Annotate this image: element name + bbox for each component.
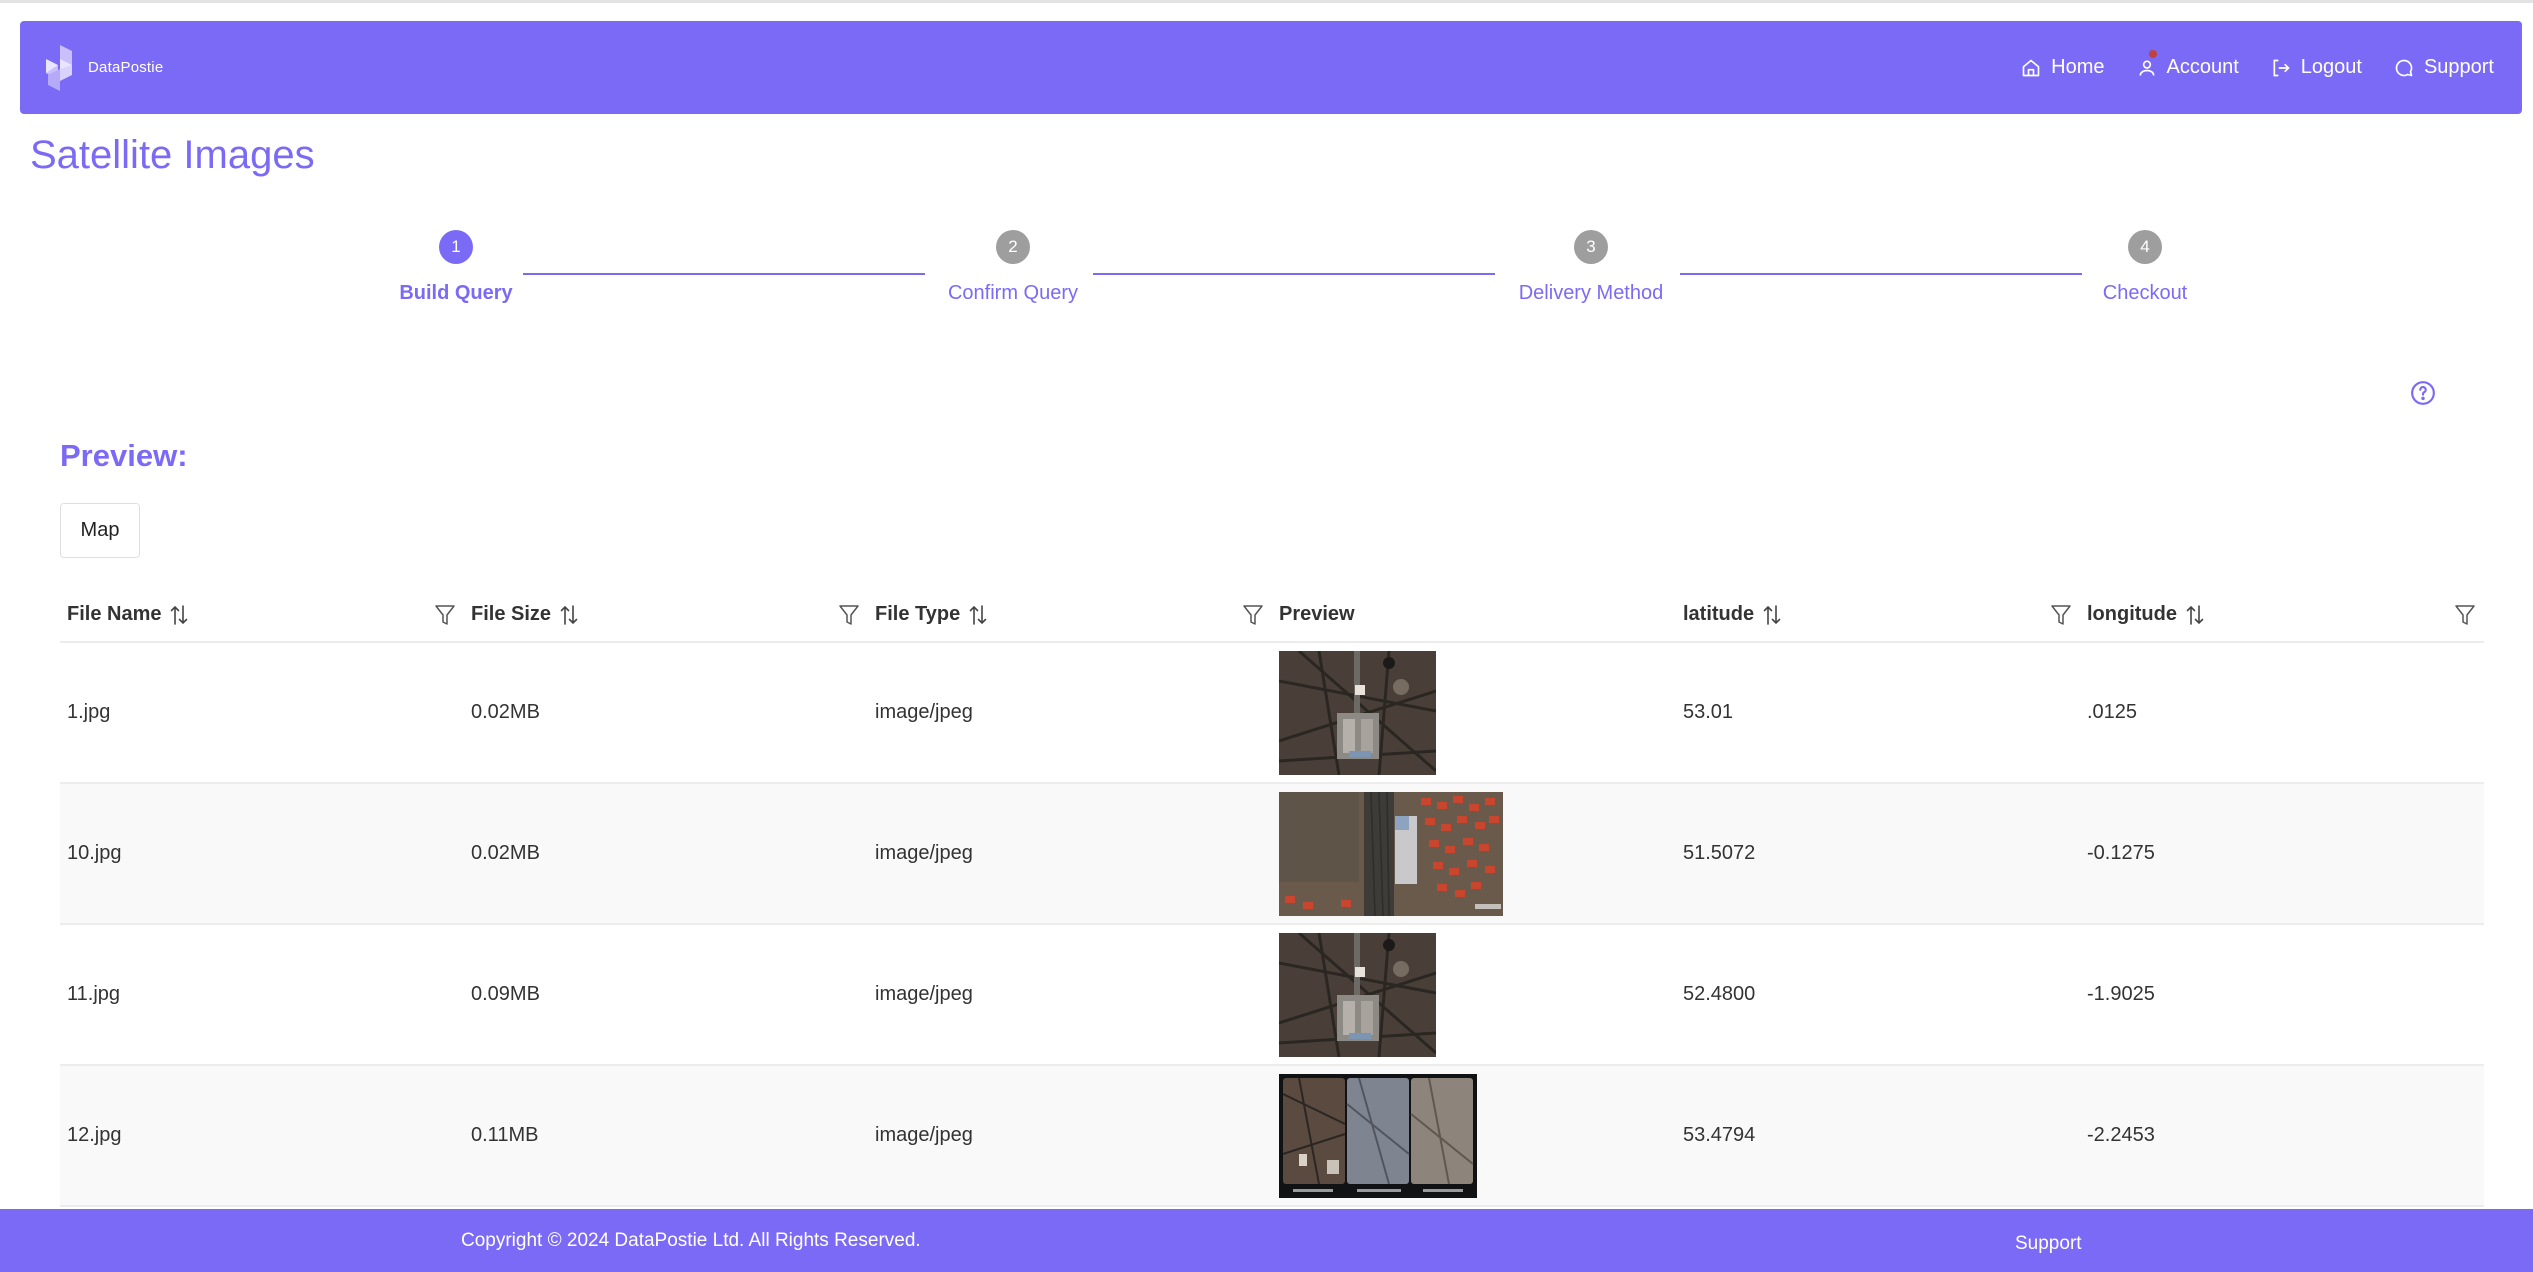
cell-file-type: image/jpeg <box>875 842 973 864</box>
cell-file-size: 0.09MB <box>471 983 540 1005</box>
column-label: Preview <box>1279 603 1355 625</box>
nav-logout-label: Logout <box>2300 56 2362 78</box>
cell-file-size: 0.11MB <box>471 1124 539 1146</box>
top-navbar: DataPostie Home Account Logout Support <box>20 21 2522 114</box>
cell-latitude: 51.5072 <box>1683 842 1756 864</box>
filter-icon[interactable] <box>838 603 860 627</box>
step-number: 2 <box>996 230 1030 264</box>
column-label: latitude <box>1683 603 1755 625</box>
chat-icon <box>2395 59 2413 76</box>
preview-table: File Name File Size File Type Preview la… <box>60 588 2484 1207</box>
user-icon <box>2139 60 2154 76</box>
column-header-preview: Preview <box>1272 603 1676 626</box>
filter-icon[interactable] <box>2050 603 2072 627</box>
cell-preview <box>1272 650 1676 775</box>
page-title: Satellite Images <box>30 133 315 177</box>
cell-file-size: 0.02MB <box>471 701 540 723</box>
cell-file-name: 1.jpg <box>67 701 111 723</box>
step-label: Checkout <box>2102 282 2188 304</box>
column-header-longitude[interactable]: longitude <box>2080 603 2484 627</box>
toggle-map-button[interactable]: Map <box>61 504 139 557</box>
footer: Copyright © 2024 DataPostie Ltd. All Rig… <box>0 1209 2533 1272</box>
cell-preview <box>1272 932 1676 1057</box>
cell-latitude: 52.4800 <box>1683 983 1756 1005</box>
cell-preview <box>1272 1073 1676 1198</box>
cell-longitude: -2.2453 <box>2087 1124 2155 1146</box>
nav-logout[interactable]: Logout <box>2271 56 2362 79</box>
nav-account-label: Account <box>2166 56 2239 78</box>
logout-icon <box>2273 59 2290 76</box>
step-number: 4 <box>2128 230 2162 264</box>
step-connector <box>523 273 925 275</box>
view-toggle: Table Map <box>60 503 140 558</box>
notification-dot <box>2148 50 2157 58</box>
step-label: Build Query <box>399 282 513 304</box>
satellite-thumbnail[interactable] <box>1279 791 1503 916</box>
step-number: 1 <box>439 230 473 264</box>
footer-copyright: Copyright © 2024 DataPostie Ltd. All Rig… <box>461 1230 921 1251</box>
table-row[interactable]: 1.jpg 0.02MB image/jpeg 53.01 .0125 <box>60 643 2484 784</box>
preview-heading: Preview: <box>60 438 188 473</box>
cell-longitude: -1.9025 <box>2087 983 2155 1005</box>
column-label: File Size <box>471 603 552 625</box>
cell-file-type: image/jpeg <box>875 983 973 1005</box>
table-header: File Name File Size File Type Preview la… <box>60 588 2484 643</box>
cell-latitude: 53.01 <box>1683 701 1734 723</box>
main-nav: Home Account Logout Support <box>2021 50 2502 79</box>
sort-icon[interactable] <box>2185 604 2205 626</box>
step-delivery-method[interactable]: 3 Delivery Method <box>1481 230 1701 305</box>
table-row[interactable]: 10.jpg 0.02MB image/jpeg 51.5072 -0.1275 <box>60 784 2484 925</box>
filter-icon[interactable] <box>434 603 456 627</box>
nav-account[interactable]: Account <box>2137 50 2239 79</box>
brand-name: DataPostie <box>88 59 164 76</box>
sort-icon[interactable] <box>968 604 988 626</box>
column-label: longitude <box>2087 603 2177 625</box>
column-header-file-type[interactable]: File Type <box>868 603 1272 627</box>
datapostie-logo-icon <box>46 44 72 91</box>
help-icon[interactable] <box>2410 380 2436 406</box>
cell-preview <box>1272 791 1676 916</box>
satellite-thumbnail[interactable] <box>1279 1073 1477 1198</box>
table-row[interactable]: 12.jpg 0.11MB image/jpeg 53.4794 -2.2453 <box>60 1066 2484 1207</box>
filter-icon[interactable] <box>2454 603 2476 627</box>
step-connector <box>1680 273 2082 275</box>
cell-file-name: 12.jpg <box>67 1124 122 1146</box>
step-label: Confirm Query <box>947 282 1079 304</box>
column-header-file-name[interactable]: File Name <box>60 603 464 627</box>
footer-support-link[interactable]: Support <box>2015 1233 2082 1255</box>
column-header-latitude[interactable]: latitude <box>1676 603 2080 627</box>
step-number: 3 <box>1574 230 1608 264</box>
sort-icon[interactable] <box>169 604 189 626</box>
step-confirm-query[interactable]: 2 Confirm Query <box>903 230 1123 305</box>
nav-home[interactable]: Home <box>2021 56 2105 79</box>
cell-file-name: 10.jpg <box>67 842 122 864</box>
nav-support-label: Support <box>2423 56 2494 78</box>
column-label: File Type <box>875 603 961 625</box>
checkout-stepper: 1 Build Query 2 Confirm Query 3 Delivery… <box>0 230 2533 320</box>
cell-file-type: image/jpeg <box>875 701 973 723</box>
sort-icon[interactable] <box>1762 604 1782 626</box>
top-border <box>0 0 2533 3</box>
step-build-query[interactable]: 1 Build Query <box>346 230 566 305</box>
home-icon <box>2022 59 2040 76</box>
cell-file-name: 11.jpg <box>67 983 121 1005</box>
sort-icon[interactable] <box>559 604 579 626</box>
nav-home-label: Home <box>2051 56 2105 78</box>
cell-longitude: .0125 <box>2087 701 2138 723</box>
cell-file-type: image/jpeg <box>875 1124 973 1146</box>
filter-icon[interactable] <box>1242 603 1264 627</box>
step-label: Delivery Method <box>1518 282 1664 304</box>
cell-file-size: 0.02MB <box>471 842 540 864</box>
cell-longitude: -0.1275 <box>2087 842 2155 864</box>
cell-latitude: 53.4794 <box>1683 1124 1756 1146</box>
column-header-file-size[interactable]: File Size <box>464 603 868 627</box>
step-checkout[interactable]: 4 Checkout <box>2035 230 2255 305</box>
nav-support[interactable]: Support <box>2394 56 2494 79</box>
satellite-thumbnail[interactable] <box>1279 650 1436 775</box>
table-row[interactable]: 11.jpg 0.09MB image/jpeg 52.4800 -1.9025 <box>60 925 2484 1066</box>
step-connector <box>1093 273 1495 275</box>
satellite-thumbnail[interactable] <box>1279 932 1436 1057</box>
column-label: File Name <box>67 603 162 625</box>
brand[interactable]: DataPostie <box>40 44 164 91</box>
